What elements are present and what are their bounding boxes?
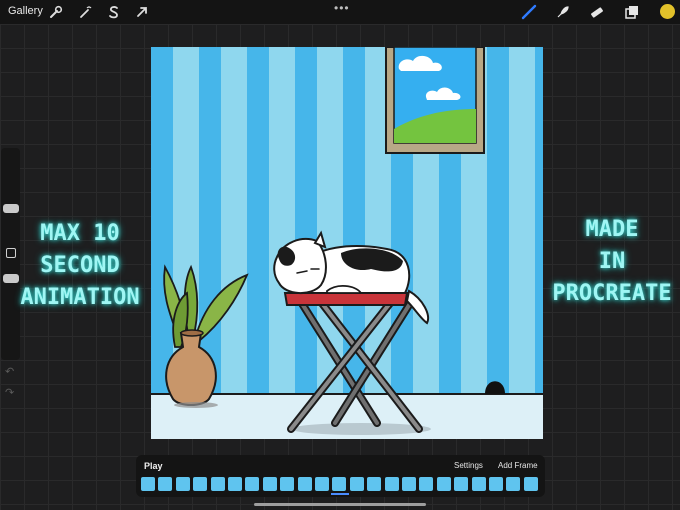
timeline-frame[interactable]: [315, 477, 329, 491]
settings-button[interactable]: Settings: [454, 461, 483, 470]
timeline-frame[interactable]: [332, 477, 347, 491]
artwork-illustration: [151, 47, 543, 439]
wrench-icon[interactable]: [48, 4, 64, 20]
opacity-slider[interactable]: [3, 274, 19, 283]
current-frame-indicator: [331, 493, 349, 495]
brush-size-slider[interactable]: [3, 204, 19, 213]
timeline-frame[interactable]: [262, 477, 277, 491]
home-indicator: [254, 503, 426, 506]
neon-left-line: SECOND: [40, 253, 120, 278]
neon-text-left: MAX 10 SECOND ANIMATION: [18, 218, 142, 314]
timeline-frame[interactable]: [193, 477, 208, 491]
neon-right-line: PROCREATE: [552, 281, 672, 306]
layers-icon[interactable]: [624, 4, 640, 20]
animation-timeline: Play Settings Add Frame: [136, 455, 545, 497]
gallery-button[interactable]: Gallery: [8, 5, 43, 17]
timeline-frame[interactable]: [402, 477, 416, 491]
eraser-icon[interactable]: [589, 4, 605, 20]
neon-right-line: IN: [598, 249, 626, 274]
timeline-frame[interactable]: [245, 477, 260, 491]
smudge-icon[interactable]: [555, 4, 571, 20]
timeline-frame[interactable]: [489, 477, 503, 491]
neon-right-line: MADE: [585, 217, 639, 242]
timeline-frame[interactable]: [419, 477, 434, 491]
timeline-frame[interactable]: [384, 477, 399, 491]
timeline-frame[interactable]: [158, 477, 173, 491]
window-frame: [385, 47, 485, 154]
brush-icon[interactable]: [521, 4, 537, 20]
timeline-frame[interactable]: [210, 477, 225, 491]
undo-icon[interactable]: ↶: [5, 365, 14, 378]
timeline-frame[interactable]: [454, 477, 469, 491]
timeline-frame[interactable]: [471, 477, 486, 491]
timeline-frame[interactable]: [280, 477, 295, 491]
top-toolbar: Gallery •••: [0, 0, 680, 24]
drawing-canvas[interactable]: [151, 47, 543, 439]
timeline-frame[interactable]: [141, 477, 155, 491]
timeline-frame[interactable]: [175, 477, 190, 491]
timeline-frame[interactable]: [228, 477, 242, 491]
add-frame-button[interactable]: Add Frame: [498, 461, 538, 470]
timeline-frame[interactable]: [367, 477, 382, 491]
timeline-frame[interactable]: [436, 477, 451, 491]
modify-button[interactable]: [6, 248, 16, 258]
timeline-frame[interactable]: [506, 477, 521, 491]
transform-arrow-icon[interactable]: [134, 4, 150, 20]
color-picker-button[interactable]: [660, 4, 675, 19]
neon-text-right: MADE IN PROCREATE: [544, 214, 680, 310]
timeline-frame[interactable]: [349, 477, 364, 491]
timeline-frame[interactable]: [297, 477, 312, 491]
neon-left-line: ANIMATION: [20, 285, 140, 310]
redo-icon[interactable]: ↷: [5, 386, 14, 399]
timeline-frame[interactable]: [523, 477, 538, 491]
magic-wand-icon[interactable]: [78, 4, 94, 20]
neon-left-line: MAX 10: [40, 221, 120, 246]
more-options-icon[interactable]: •••: [334, 1, 350, 15]
play-button[interactable]: Play: [144, 461, 163, 471]
selection-s-icon[interactable]: [106, 4, 122, 20]
frame-strip: [141, 477, 541, 491]
